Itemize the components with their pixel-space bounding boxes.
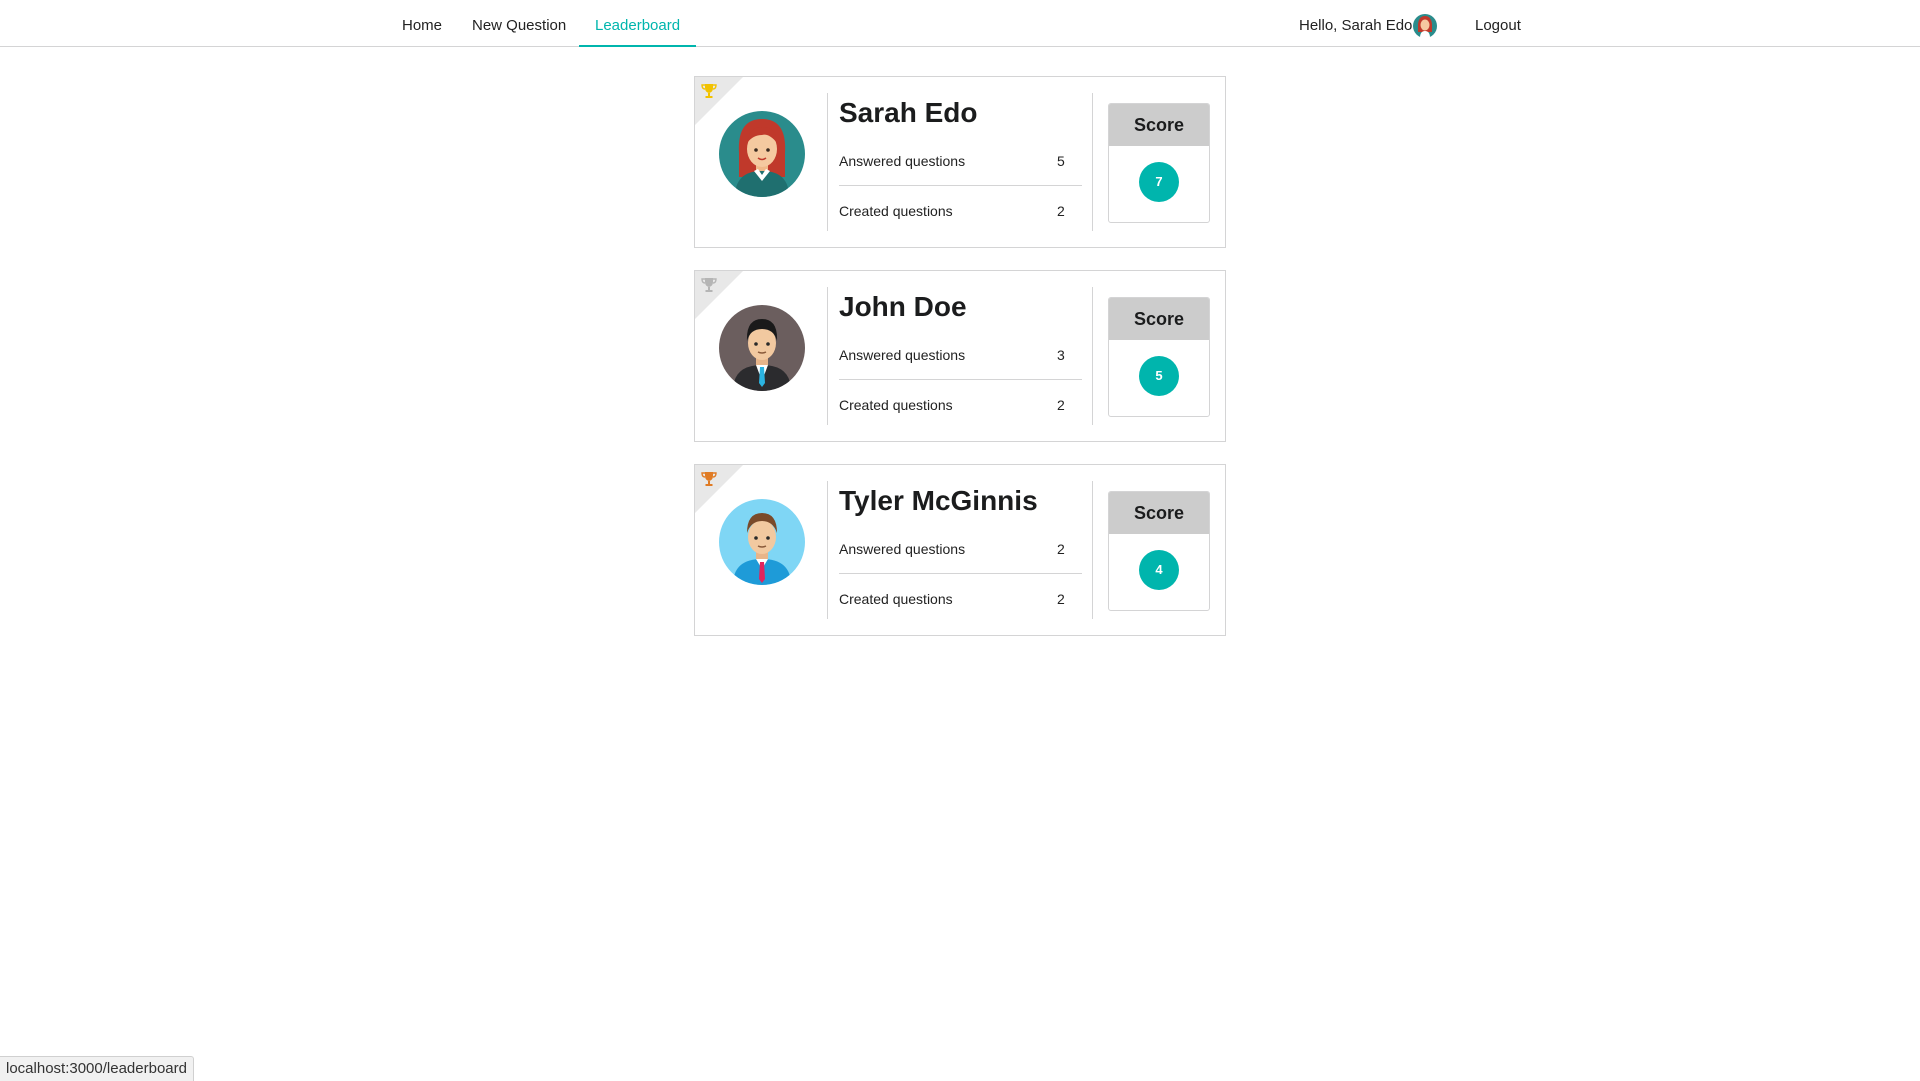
created-questions-label: Created questions: [839, 397, 953, 413]
avatar: [719, 111, 805, 197]
avatar: [719, 305, 805, 391]
score-header: Score: [1109, 298, 1209, 340]
vertical-divider: [1092, 481, 1093, 619]
score-badge: 4: [1139, 550, 1179, 590]
nav-leaderboard-link[interactable]: Leaderboard: [579, 0, 697, 47]
leaderboard-card: Sarah Edo Answered questions 5 Created q…: [694, 76, 1226, 248]
logout-link[interactable]: Logout: [1475, 0, 1521, 46]
user-greeting: Hello, Sarah Edo: [1299, 17, 1413, 34]
player-name: Sarah Edo: [839, 97, 978, 128]
nav-home-link[interactable]: Home: [402, 0, 442, 46]
score-header: Score: [1109, 492, 1209, 534]
vertical-divider: [827, 93, 828, 231]
leaderboard-card: John Doe Answered questions 3 Created qu…: [694, 270, 1226, 442]
nav-new-question-link[interactable]: New Question: [472, 0, 566, 46]
user-avatar-icon: [1413, 14, 1437, 38]
top-navigation: Home New Question Leaderboard Hello, Sar…: [0, 0, 1920, 47]
score-box: Score 4: [1108, 491, 1210, 611]
player-name: John Doe: [839, 291, 967, 322]
vertical-divider: [1092, 287, 1093, 425]
answered-questions-label: Answered questions: [839, 153, 966, 169]
gold-trophy-icon: [701, 84, 717, 98]
status-bar-url: localhost:3000/leaderboard: [0, 1056, 194, 1081]
bronze-trophy-icon: [701, 472, 717, 486]
answered-questions-count: 2: [1057, 541, 1065, 557]
silver-trophy-icon: [701, 278, 717, 292]
score-badge: 7: [1139, 162, 1179, 202]
player-name: Tyler McGinnis: [839, 485, 1038, 516]
vertical-divider: [827, 287, 828, 425]
score-box: Score 5: [1108, 297, 1210, 417]
stat-divider: [839, 379, 1082, 380]
created-questions-count: 2: [1057, 397, 1065, 413]
answered-questions-count: 5: [1057, 153, 1065, 169]
created-questions-label: Created questions: [839, 591, 953, 607]
answered-questions-count: 3: [1057, 347, 1065, 363]
answered-questions-label: Answered questions: [839, 541, 966, 557]
stat-divider: [839, 185, 1082, 186]
leaderboard-card: Tyler McGinnis Answered questions 2 Crea…: [694, 464, 1226, 636]
created-questions-count: 2: [1057, 203, 1065, 219]
score-header: Score: [1109, 104, 1209, 146]
answered-questions-label: Answered questions: [839, 347, 966, 363]
created-questions-count: 2: [1057, 591, 1065, 607]
avatar: [719, 499, 805, 585]
stat-divider: [839, 573, 1082, 574]
score-box: Score 7: [1108, 103, 1210, 223]
vertical-divider: [1092, 93, 1093, 231]
score-badge: 5: [1139, 356, 1179, 396]
vertical-divider: [827, 481, 828, 619]
created-questions-label: Created questions: [839, 203, 953, 219]
